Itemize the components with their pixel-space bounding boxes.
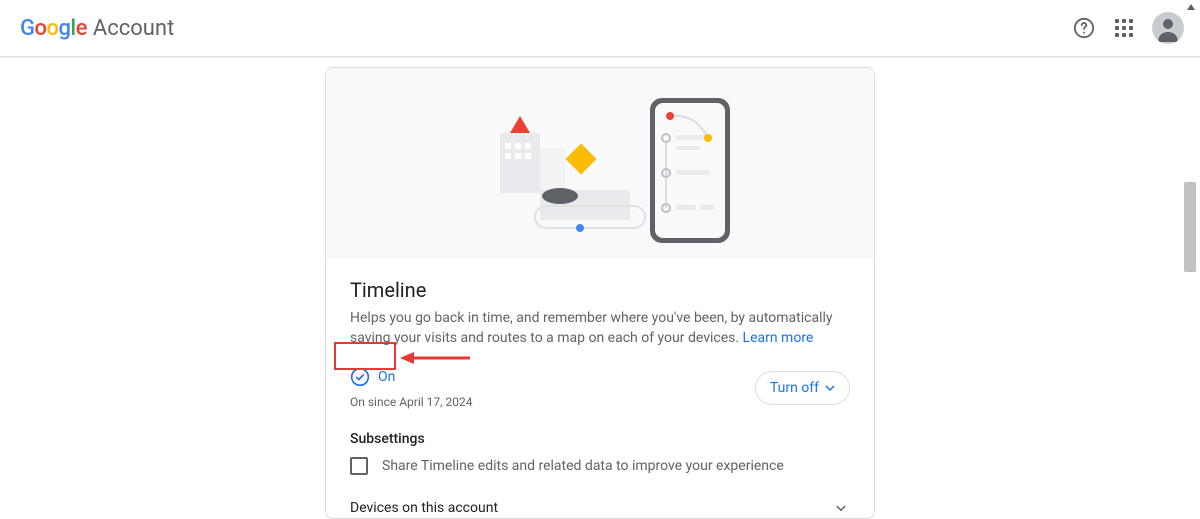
avatar[interactable]: [1152, 12, 1184, 44]
app-header: Google Account: [0, 0, 1200, 57]
section-title: Timeline: [350, 278, 850, 302]
apps-icon[interactable]: [1104, 8, 1144, 48]
subsetting-share-edits[interactable]: Share Timeline edits and related data to…: [350, 457, 850, 475]
status-label: On: [378, 369, 395, 385]
subsettings-heading: Subsettings: [350, 431, 850, 447]
learn-more-link[interactable]: Learn more: [743, 330, 814, 346]
turn-off-button[interactable]: Turn off: [755, 371, 850, 405]
checkbox-icon[interactable]: [350, 457, 368, 475]
scrollbar[interactable]: [1184, 0, 1198, 519]
brand-product-label: Account: [93, 16, 174, 41]
check-circle-icon: [350, 367, 370, 387]
turn-off-label: Turn off: [770, 380, 819, 396]
devices-label: Devices on this account: [350, 500, 498, 516]
status-indicator: On: [350, 367, 472, 387]
help-icon[interactable]: [1064, 8, 1104, 48]
chevron-down-icon: [832, 499, 850, 517]
timeline-card: Timeline Helps you go back in time, and …: [325, 67, 875, 519]
caret-down-icon: [825, 383, 835, 393]
subsetting-label: Share Timeline edits and related data to…: [382, 458, 784, 474]
section-description: Helps you go back in time, and remember …: [350, 308, 850, 349]
google-logo: Google: [20, 16, 87, 41]
brand[interactable]: Google Account: [20, 16, 174, 41]
status-since: On since April 17, 2024: [350, 395, 472, 409]
hero-illustration: [326, 68, 874, 258]
devices-expander[interactable]: Devices on this account: [350, 499, 850, 519]
page-content: Timeline Helps you go back in time, and …: [0, 57, 1200, 519]
scrollbar-thumb[interactable]: [1184, 182, 1196, 272]
